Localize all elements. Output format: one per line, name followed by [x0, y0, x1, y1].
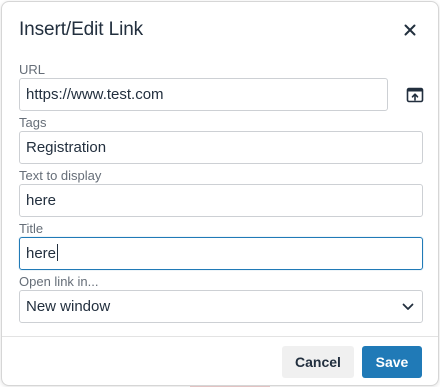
open-link-in-select[interactable]: New window	[19, 290, 423, 323]
tags-input[interactable]: Registration	[19, 131, 423, 164]
text-to-display-input[interactable]: here	[19, 184, 423, 217]
url-row: https://www.test.com	[19, 78, 424, 111]
title-label: Title	[19, 221, 44, 236]
footer-divider	[2, 336, 438, 337]
cancel-button[interactable]: Cancel	[282, 346, 354, 378]
dialog-header: Insert/Edit Link	[2, 2, 438, 58]
title-input[interactable]: here	[19, 237, 423, 270]
close-button[interactable]	[398, 18, 422, 42]
insert-edit-link-dialog: Insert/Edit Link URL https://www.test.co…	[1, 1, 439, 386]
open-link-in-selected: New window	[26, 298, 111, 315]
dialog-body: URL https://www.test.com Tags Registrati…	[19, 58, 424, 323]
save-button[interactable]: Save	[362, 346, 422, 378]
text-to-display-label: Text to display	[19, 168, 102, 183]
open-link-in-label: Open link in...	[19, 274, 99, 289]
chevron-down-icon	[402, 303, 414, 310]
url-label: URL	[19, 62, 46, 77]
close-icon	[404, 24, 416, 36]
dialog-title: Insert/Edit Link	[19, 19, 144, 40]
browse-link-button[interactable]	[403, 78, 427, 111]
browse-link-icon	[406, 87, 424, 102]
text-caret	[57, 244, 59, 261]
tags-label: Tags	[19, 115, 47, 130]
title-input-value: here	[26, 245, 57, 262]
url-input[interactable]: https://www.test.com	[19, 78, 388, 111]
